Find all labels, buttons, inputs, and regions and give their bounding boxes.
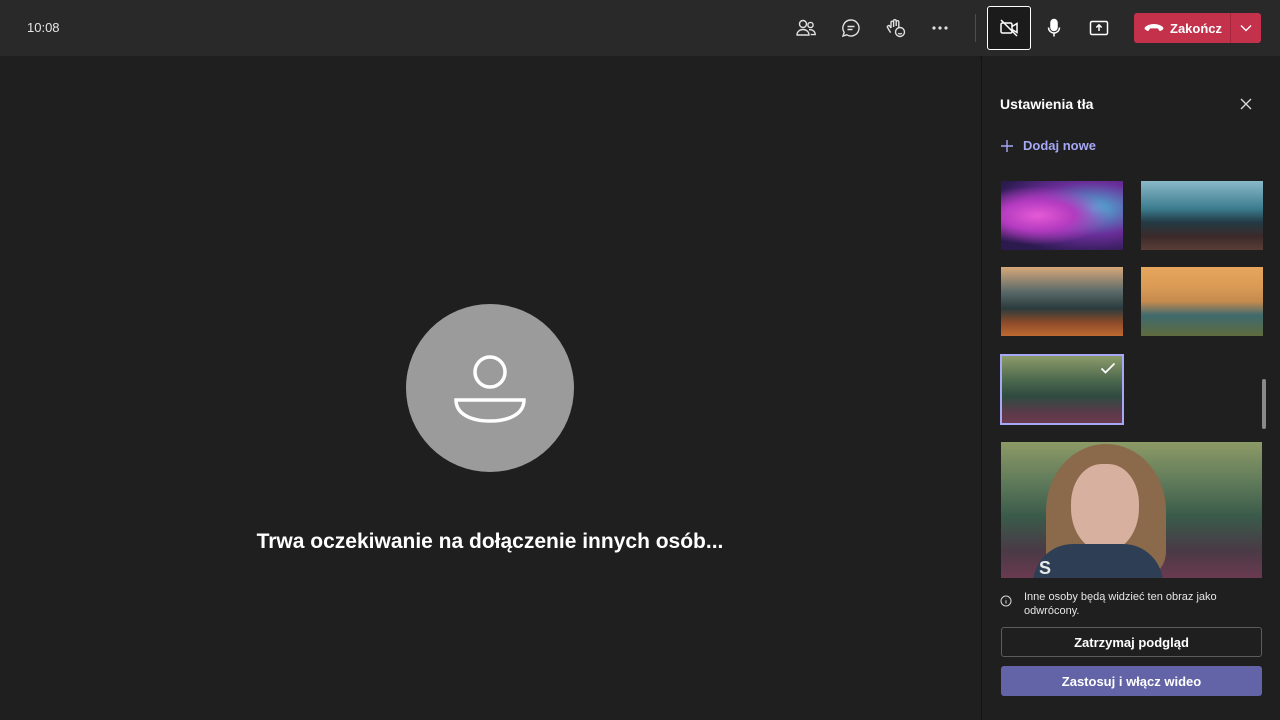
microphone-button[interactable] [1032, 6, 1076, 50]
camera-toggle-button[interactable] [987, 6, 1031, 50]
end-call-button[interactable]: Zakończ [1134, 13, 1261, 43]
mirror-info-text: Inne osoby będą widzieć ten obraz jako o… [1024, 591, 1217, 617]
chat-icon [841, 19, 860, 38]
preview-person-shirt [1033, 544, 1163, 578]
chat-button[interactable] [829, 6, 873, 50]
background-thumbnail-street[interactable] [1001, 267, 1123, 336]
top-bar: 10:08 Zakończ [0, 0, 1280, 56]
meeting-time: 10:08 [27, 20, 60, 35]
checkmark-icon [1100, 362, 1116, 374]
hangup-icon [1144, 24, 1164, 32]
reactions-button[interactable] [874, 6, 918, 50]
add-new-label: Dodaj nowe [1023, 138, 1096, 153]
info-icon [1000, 595, 1012, 607]
microphone-icon [1047, 18, 1061, 37]
avatar [406, 304, 574, 472]
meeting-stage: Trwa oczekiwanie na dołączenie innych os… [0, 56, 980, 720]
people-icon [796, 19, 816, 36]
share-content-button[interactable] [1077, 6, 1121, 50]
waiting-message: Trwa oczekiwanie na dołączenie innych os… [256, 530, 724, 553]
panel-scrollbar[interactable] [1262, 379, 1266, 429]
stop-preview-button[interactable]: Zatrzymaj podgląd [1001, 627, 1262, 657]
close-icon [1240, 98, 1252, 110]
chevron-down-icon [1240, 25, 1252, 32]
end-call-label: Zakończ [1170, 20, 1223, 36]
preview-shirt-print: S [1039, 558, 1052, 578]
preview-person-face [1071, 464, 1139, 552]
mirror-info-note: Inne osoby będą widzieć ten obraz jako o… [1000, 590, 1262, 618]
background-thumbnail-landscape[interactable] [1141, 267, 1263, 336]
share-icon [1089, 20, 1109, 36]
background-thumbnail-forest-selected[interactable] [1000, 354, 1124, 425]
background-thumbnail-galaxy[interactable] [1001, 181, 1123, 250]
participants-button[interactable] [784, 6, 828, 50]
camera-off-icon [1000, 19, 1018, 37]
reactions-icon [886, 19, 906, 38]
background-settings-panel: Ustawienia tła Dodaj nowe S Inne osoby b… [981, 56, 1280, 720]
toolbar-divider [975, 14, 976, 42]
background-thumbnail-coast[interactable] [1141, 181, 1263, 250]
plus-icon [1001, 139, 1013, 152]
more-actions-button[interactable] [918, 6, 962, 50]
person-icon [454, 355, 526, 423]
panel-title: Ustawienia tła [1000, 96, 1094, 112]
more-icon [932, 26, 948, 30]
video-preview: S [1001, 442, 1262, 578]
end-call-options-button[interactable] [1231, 13, 1261, 43]
end-call-main[interactable]: Zakończ [1134, 13, 1230, 43]
add-new-background-button[interactable]: Dodaj nowe [1000, 138, 1096, 153]
close-panel-button[interactable] [1236, 94, 1256, 114]
apply-and-turn-on-video-button[interactable]: Zastosuj i włącz wideo [1001, 666, 1262, 696]
